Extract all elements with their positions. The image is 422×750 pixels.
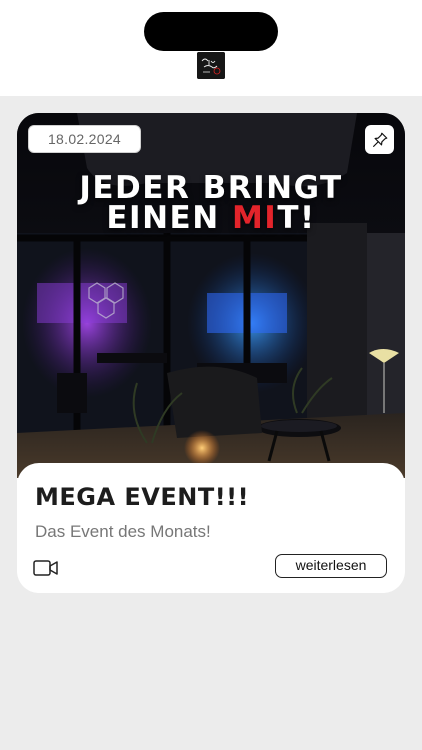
app-header: [0, 0, 422, 96]
play-your-life-logo-icon[interactable]: [197, 52, 225, 79]
read-more-button[interactable]: weiterlesen: [275, 554, 387, 578]
event-photo-scene: [17, 113, 405, 478]
headline-line-2: EINEN MIT!: [17, 200, 405, 236]
event-image: 18.02.2024 JEDER BRINGT EINEN MIT!: [17, 113, 405, 478]
event-title: MEGA EVENT!!!: [35, 483, 250, 511]
video-camera-icon: [33, 560, 58, 576]
headline-line-2-start: EINEN: [106, 200, 232, 236]
headline-line-1: JEDER BRINGT: [79, 170, 343, 206]
headline-accent: MI: [231, 200, 278, 236]
event-subtitle: Das Event des Monats!: [35, 522, 211, 541]
pin-icon: [372, 132, 387, 147]
headline-line-2-end: T!: [277, 200, 316, 236]
device-notch: [144, 12, 278, 51]
event-info-panel: MEGA EVENT!!! Das Event des Monats! weit…: [17, 463, 405, 593]
pin-button[interactable]: [365, 125, 394, 154]
event-headline: JEDER BRINGT EINEN MIT!: [17, 170, 405, 236]
event-card[interactable]: 18.02.2024 JEDER BRINGT EINEN MIT! MEGA …: [17, 113, 405, 593]
event-date-badge: 18.02.2024: [28, 125, 141, 153]
